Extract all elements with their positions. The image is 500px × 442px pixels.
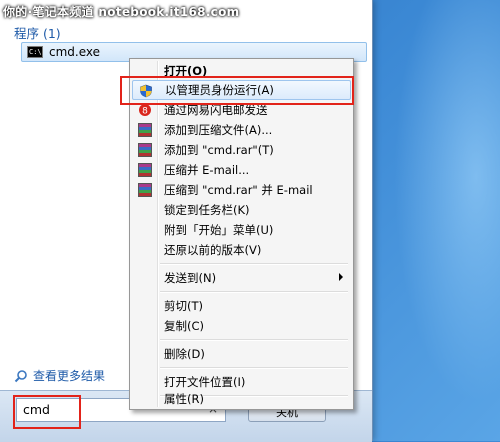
menu-separator	[160, 339, 348, 341]
menu-item-delete[interactable]: 删除(D)	[132, 344, 351, 364]
winrar-icon	[138, 163, 152, 177]
winrar-icon	[138, 143, 152, 157]
winrar-icon	[138, 183, 152, 197]
menu-item-label: 锁定到任务栏(K)	[164, 203, 250, 217]
desktop-background	[380, 0, 500, 441]
run-as-admin-highlight-box	[120, 76, 354, 105]
search-icon	[14, 369, 27, 382]
see-more-results-link[interactable]: 查看更多结果	[14, 367, 105, 384]
see-more-results-label: 查看更多结果	[33, 369, 106, 383]
menu-item-label: 附到「开始」菜单(U)	[164, 223, 274, 237]
menu-item-label: 打开文件位置(I)	[164, 375, 246, 389]
menu-item-restore-previous-versions[interactable]: 还原以前的版本(V)	[132, 240, 351, 260]
menu-item-send-to[interactable]: 发送到(N)	[132, 268, 351, 288]
menu-item-cut[interactable]: 剪切(T)	[132, 296, 351, 316]
menu-item-label: 属性(R)	[164, 392, 204, 406]
cmd-icon: C:\	[27, 46, 43, 58]
menu-separator	[160, 367, 348, 369]
menu-item-label: 剪切(T)	[164, 299, 203, 313]
menu-item-label: 添加到 "cmd.rar"(T)	[164, 143, 274, 157]
menu-item-add-to-archive[interactable]: 添加到压缩文件(A)...	[132, 120, 351, 140]
menu-item-copy[interactable]: 复制(C)	[132, 316, 351, 336]
site-watermark: 你的·笔记本频道 notebook.it168.com	[3, 5, 240, 19]
programs-section-header: 程序 (1)	[14, 26, 61, 41]
menu-item-label: 压缩并 E-mail...	[164, 163, 250, 177]
menu-item-compress-email[interactable]: 压缩并 E-mail...	[132, 160, 351, 180]
menu-item-label: 删除(D)	[164, 347, 205, 361]
menu-item-label: 添加到压缩文件(A)...	[164, 123, 273, 137]
menu-separator	[160, 291, 348, 293]
svg-text:8: 8	[142, 107, 148, 117]
menu-item-pin-to-start-menu[interactable]: 附到「开始」菜单(U)	[132, 220, 351, 240]
context-menu: 打开(O) 以管理员身份运行(A) 8 通过网易闪电邮发送 添加到压缩文件(A)…	[129, 58, 354, 410]
search-result-label: cmd.exe	[49, 45, 101, 59]
menu-separator	[160, 263, 348, 265]
menu-item-pin-to-taskbar[interactable]: 锁定到任务栏(K)	[132, 200, 351, 220]
menu-item-label: 还原以前的版本(V)	[164, 243, 262, 257]
search-highlight-box	[13, 395, 81, 429]
menu-item-label: 发送到(N)	[164, 271, 217, 285]
menu-item-label: 复制(C)	[164, 319, 205, 333]
menu-item-add-to-cmd-rar[interactable]: 添加到 "cmd.rar"(T)	[132, 140, 351, 160]
menu-item-properties[interactable]: 属性(R)	[132, 389, 351, 409]
menu-item-label: 压缩到 "cmd.rar" 并 E-mail	[164, 183, 313, 197]
submenu-arrow-icon	[339, 273, 343, 281]
netease-mail-icon: 8	[139, 104, 151, 117]
menu-item-compress-cmd-rar-email[interactable]: 压缩到 "cmd.rar" 并 E-mail	[132, 180, 351, 200]
winrar-icon	[138, 123, 152, 137]
